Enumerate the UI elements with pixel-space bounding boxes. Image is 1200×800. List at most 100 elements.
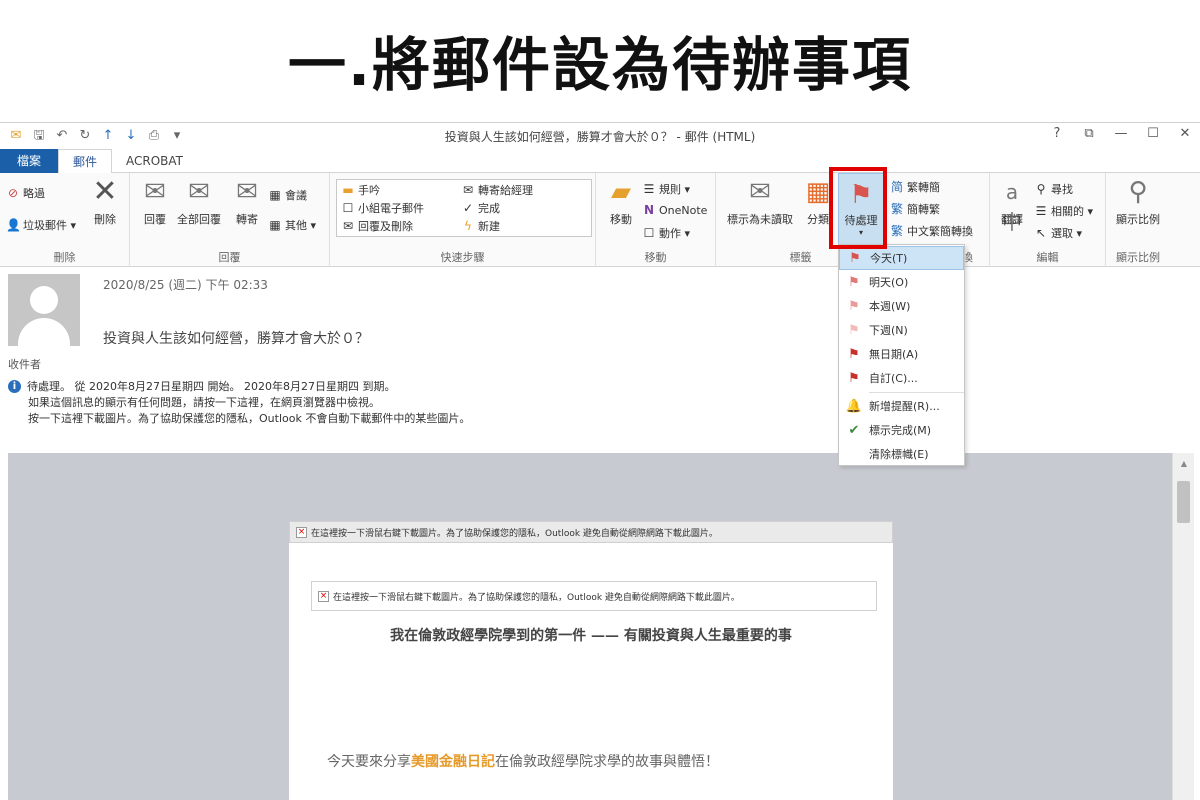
flag-icon: ⚑: [848, 322, 860, 338]
menu-item-label: 新增提醒(R)...: [869, 400, 940, 413]
zoom-group: ⚲ 顯示比例 顯示比例: [1106, 173, 1170, 267]
menu-item-no-date[interactable]: ⚑ 無日期(A): [839, 342, 964, 366]
ignore-button[interactable]: ⊘ 略過: [6, 185, 45, 201]
mark-unread-label: 標示為未讀取: [727, 213, 793, 226]
cursor-icon: ↖: [1035, 226, 1047, 240]
maximize-button[interactable]: ☐: [1144, 126, 1162, 141]
calendar-icon: ▦: [269, 188, 281, 202]
trad-simp-icon: 简: [890, 180, 903, 194]
scroll-up-icon[interactable]: ▲: [1173, 459, 1195, 468]
blocked-image-bar[interactable]: × 在這裡按一下滑鼠右鍵下載圖片。為了協助保護您的隱私，Outlook 避免自動…: [289, 521, 893, 543]
mark-unread-icon: ✉: [749, 177, 771, 207]
avatar: [8, 274, 80, 346]
delete-button[interactable]: ✕ 刪除: [82, 177, 128, 227]
chinese-convert-button[interactable]: 繁 中文繁簡轉換: [890, 223, 973, 239]
rules-icon: ☰: [643, 182, 655, 196]
quickstep-item[interactable]: ▬ 手吟: [341, 182, 380, 198]
download-images-link[interactable]: 按一下這裡下載圖片。為了協助保護您的隱私，Outlook 不會自動下載郵件中的某…: [28, 410, 470, 426]
view-in-browser-link[interactable]: 如果這個訊息的顯示有任何問題，請按一下這裡，在網頁瀏覽器中檢視。: [28, 394, 380, 410]
flag-icon: ⚑: [848, 274, 860, 290]
translate-icon: a中: [1002, 180, 1022, 234]
article-intro: 今天要來分享美國金融日記在倫敦政經學院求學的故事與體悟！: [327, 751, 719, 771]
menu-item-custom[interactable]: ⚑ 自訂(C)...: [839, 366, 964, 390]
quickstep-item[interactable]: ✉ 回覆及刪除: [341, 218, 413, 234]
reply-all-button[interactable]: ✉ 全部回覆: [176, 177, 222, 227]
zoom-label: 顯示比例: [1116, 213, 1160, 226]
rules-button[interactable]: ☰ 規則 ▾: [642, 181, 690, 197]
move-button[interactable]: ▰ 移動: [598, 177, 644, 227]
avatar-body: [18, 318, 70, 346]
find-button[interactable]: ⚲ 尋找: [1034, 181, 1073, 197]
print-preview-icon[interactable]: ⎙: [146, 128, 162, 144]
quick-steps-group: ▬ 手吟 ☐ 小組電子郵件 ✉ 回覆及刪除 ✉ 轉寄給經理 ✓ 完成 ϟ 新建 …: [330, 173, 596, 267]
quickstep-item[interactable]: ✓ 完成: [461, 200, 500, 216]
scrollbar-thumb[interactable]: [1177, 481, 1190, 523]
zoom-button[interactable]: ⚲ 顯示比例: [1110, 177, 1166, 227]
menu-item-this-week[interactable]: ⚑ 本週(W): [839, 294, 964, 318]
quickstep-label: 完成: [478, 202, 500, 215]
close-button[interactable]: ✕: [1176, 126, 1194, 141]
translate-button[interactable]: a中 翻譯: [992, 177, 1032, 234]
trad-to-simp-button[interactable]: 简 繁轉簡: [890, 179, 940, 195]
blocked-image-placeholder[interactable]: × 在這裡按一下滑鼠右鍵下載圖片。為了協助保護您的隱私，Outlook 避免自動…: [311, 581, 877, 611]
ribbon-tabs: 檔案 郵件 ACROBAT: [0, 149, 1200, 174]
quickstep-item[interactable]: ϟ 新建: [461, 218, 500, 234]
redo-icon[interactable]: ↻: [77, 128, 93, 144]
forward-button[interactable]: ✉ 轉寄: [224, 177, 270, 227]
tab-file[interactable]: 檔案: [0, 149, 58, 173]
select-button[interactable]: ↖ 選取 ▾: [1034, 225, 1082, 241]
menu-item-next-week[interactable]: ⚑ 下週(N): [839, 318, 964, 342]
quickstep-item[interactable]: ✉ 轉寄給經理: [461, 182, 533, 198]
more-reply-button[interactable]: ▦ 其他 ▾: [268, 217, 316, 233]
related-icon: ☰: [1035, 204, 1047, 218]
tab-acrobat[interactable]: ACROBAT: [112, 149, 197, 173]
menu-item-label: 無日期(A): [869, 348, 919, 361]
save-icon[interactable]: 🖫: [31, 128, 47, 144]
actions-icon: ☐: [643, 226, 655, 240]
actions-button[interactable]: ☐ 動作 ▾: [642, 225, 690, 241]
previous-item-icon[interactable]: ↑: [100, 128, 116, 144]
tutorial-banner: 一.將郵件設為待辦事項: [0, 0, 1200, 120]
message-date: 2020/8/25 (週二) 下午 02:33: [103, 278, 268, 292]
mail-icon: ✉: [10, 128, 22, 143]
forward-label: 轉寄: [236, 213, 258, 226]
menu-item-label: 明天(O): [869, 276, 909, 289]
intro-highlight-link[interactable]: 美國金融日記: [411, 754, 495, 770]
menu-item-label: 自訂(C)...: [869, 372, 918, 385]
related-button[interactable]: ☰ 相關的 ▾: [1034, 203, 1093, 219]
customize-qat-icon[interactable]: ▾: [169, 128, 185, 144]
translate-label: 翻譯: [1001, 213, 1023, 226]
meeting-button[interactable]: ▦ 會議: [268, 187, 307, 203]
junk-label: 垃圾郵件 ▾: [23, 219, 77, 232]
delete-icon: ✕: [92, 174, 118, 209]
message-subject: 投資與人生該如何經營，勝算才會大於０？: [103, 331, 369, 347]
menu-item-mark-complete[interactable]: ✔ 標示完成(M): [839, 418, 964, 442]
mark-unread-button[interactable]: ✉ 標示為未讀取: [720, 177, 800, 227]
ribbon-display-button[interactable]: ⧉: [1080, 126, 1098, 141]
minimize-button[interactable]: —: [1112, 126, 1130, 141]
junk-button[interactable]: 👤 垃圾郵件 ▾: [6, 217, 76, 233]
menu-item-today[interactable]: ⚑ 今天(T): [839, 246, 964, 270]
convert-icon: 繁: [890, 224, 903, 238]
tab-message[interactable]: 郵件: [58, 149, 113, 174]
ignore-icon: ⊘: [7, 186, 19, 200]
menu-item-tomorrow[interactable]: ⚑ 明天(O): [839, 270, 964, 294]
help-button[interactable]: ?: [1048, 126, 1066, 141]
onenote-button[interactable]: N OneNote: [642, 203, 707, 217]
undo-icon[interactable]: ↶: [54, 128, 70, 144]
menu-item-clear-flag[interactable]: 清除標幟(E): [839, 442, 964, 466]
quickstep-label: 小組電子郵件: [358, 202, 424, 215]
quickstep-item[interactable]: ☐ 小組電子郵件: [341, 200, 424, 216]
vertical-scrollbar[interactable]: ▲: [1172, 453, 1194, 800]
move-group: ▰ 移動 ☰ 規則 ▾ N OneNote ☐ 動作 ▾ 移動: [596, 173, 716, 267]
magnifier-icon: ⚲: [1128, 177, 1148, 207]
next-item-icon[interactable]: ↓: [123, 128, 139, 144]
email-content: × 在這裡按一下滑鼠右鍵下載圖片。為了協助保護您的隱私，Outlook 避免自動…: [289, 521, 893, 800]
broken-image-icon: ×: [296, 526, 307, 538]
quick-steps-group-label: 快速步驟: [440, 251, 485, 264]
simp-to-trad-button[interactable]: 繁 簡轉繁: [890, 201, 940, 217]
menu-item-add-reminder[interactable]: 🔔 新增提醒(R)...: [839, 394, 964, 418]
info-icon: i: [8, 379, 21, 393]
reply-button[interactable]: ✉ 回覆: [132, 177, 178, 227]
categorize-label: 分類: [807, 213, 829, 226]
